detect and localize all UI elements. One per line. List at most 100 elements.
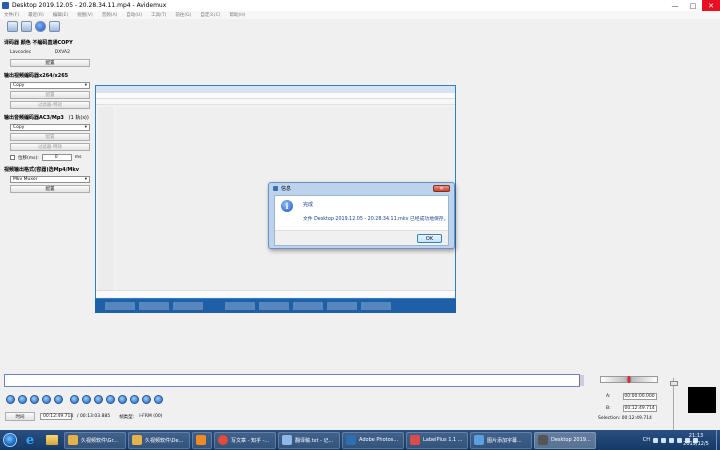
menu-tools[interactable]: 工具(T) [151, 12, 166, 18]
info-icon[interactable] [35, 21, 46, 32]
system-clock[interactable]: 21:13 2019/12/5 [676, 432, 716, 448]
marker-b-label: B: [606, 406, 611, 411]
audio-codec-select[interactable]: Copy ▾ [10, 124, 90, 131]
menu-auto[interactable]: 自动(U) [126, 12, 142, 18]
task-item-2[interactable] [192, 431, 212, 449]
ie-pinned[interactable]: e [20, 432, 40, 449]
task-item-5[interactable]: Adobe Photos... [342, 431, 404, 449]
prev-black-icon[interactable] [94, 395, 103, 404]
video-codec-select[interactable]: Copy ▾ [10, 82, 90, 89]
explorer-pinned[interactable] [42, 432, 62, 449]
time-button[interactable]: 时间 [5, 412, 35, 421]
prev-keyframe-icon[interactable] [42, 395, 51, 404]
clock-date: 2019/12/5 [683, 441, 709, 447]
save-file-icon[interactable] [21, 21, 32, 32]
jump-b-icon[interactable] [154, 395, 163, 404]
menu-recent[interactable]: 最近(R) [28, 12, 44, 18]
volume-slider[interactable] [600, 376, 658, 383]
forward-icon[interactable] [30, 395, 39, 404]
selection-readout: Selection: 00:12:49.714 [598, 416, 652, 421]
menu-edit[interactable]: 编辑(E) [53, 12, 68, 18]
format-select[interactable]: Mkv Muxer ▾ [10, 176, 90, 183]
folder-icon [132, 435, 142, 445]
slider-handle[interactable] [670, 381, 678, 386]
video-frame-taskbar [95, 299, 456, 313]
set-marker-a-icon[interactable] [70, 395, 79, 404]
jump-a-icon[interactable] [142, 395, 151, 404]
task-label: 写文章 - 知乎 -... [231, 437, 270, 444]
info-icon: i [281, 200, 293, 212]
show-desktop-button[interactable] [716, 430, 720, 450]
audio-codec-value: Copy [13, 125, 25, 130]
menu-file[interactable]: 文件(F) [4, 12, 19, 18]
video-codec-value: Copy [13, 83, 25, 88]
next-keyframe-icon[interactable] [54, 395, 63, 404]
timeline-cursor[interactable] [579, 375, 584, 386]
video-frame-downloads [96, 290, 455, 297]
format-value: Mkv Muxer [13, 177, 38, 182]
video-filter-button[interactable]: 过滤器-特效 [10, 101, 90, 109]
input-language[interactable]: CH [643, 437, 650, 443]
keyboard-icon[interactable] [661, 437, 666, 443]
menu-help[interactable]: 帮助(H) [230, 12, 246, 18]
maximize-button[interactable]: □ [684, 0, 702, 11]
play-icon[interactable] [6, 395, 15, 404]
ok-button[interactable]: OK [417, 234, 442, 243]
format-config-button[interactable]: 配置 [10, 185, 90, 193]
marker-b-field[interactable]: 00:12:49.714 [622, 405, 657, 412]
close-button[interactable]: ✕ [702, 0, 720, 11]
go-end-icon[interactable] [130, 395, 139, 404]
timeline-slider[interactable] [4, 374, 584, 387]
next-black-icon[interactable] [106, 395, 115, 404]
volume-knob[interactable] [628, 376, 630, 383]
task-label: Desktop 2019... [551, 437, 591, 443]
task-label: 久视频软件\De... [145, 437, 184, 444]
shift-checkbox[interactable] [10, 155, 15, 160]
decoder-accel: DXVA2 [54, 50, 70, 55]
dialog-heading: 完成 [303, 202, 314, 208]
task-label: 图片添加字幕... [487, 437, 522, 444]
video-config-button[interactable]: 配置 [10, 91, 90, 99]
calculator-icon[interactable] [49, 21, 60, 32]
task-item-0[interactable]: 久视频软件\Gr... [64, 431, 126, 449]
settings-panel: 译码器 颜色 不编码直通COPY Lavcodec DXVA2 配置 输出视频编… [0, 34, 95, 374]
task-item-7[interactable]: 图片添加字幕... [470, 431, 532, 449]
open-file-icon[interactable] [7, 21, 18, 32]
decoder-config-button[interactable]: 配置 [10, 59, 90, 67]
avidemux-icon [538, 435, 548, 445]
help-icon[interactable] [653, 437, 658, 443]
task-item-4[interactable]: 翻译稿.txt - 记... [278, 431, 340, 449]
menu-go[interactable]: 前往(G) [175, 12, 191, 18]
go-start-icon[interactable] [118, 395, 127, 404]
set-marker-b-icon[interactable] [82, 395, 91, 404]
rewind-icon[interactable] [18, 395, 27, 404]
marker-a-field[interactable]: 00:00:00.000 [622, 393, 657, 400]
task-item-1[interactable]: 久视频软件\De... [128, 431, 190, 449]
menu-custom[interactable]: 自定义(C) [200, 12, 220, 18]
current-time-field[interactable]: 00:12:49.714 [40, 413, 73, 420]
folder-icon [68, 435, 78, 445]
task-item-8[interactable]: Desktop 2019... [534, 431, 596, 449]
minimize-button[interactable]: — [666, 0, 684, 11]
audio-shift-row: 位移(ms): 0 ms [10, 154, 91, 161]
dialog-close-button[interactable]: ✕ [433, 185, 450, 192]
task-label: 久视频软件\Gr... [81, 437, 118, 444]
shift-input[interactable]: 0 [41, 154, 72, 161]
app-icon [474, 435, 484, 445]
task-item-6[interactable]: LabelPlus 1.1 ... [406, 431, 468, 449]
network-icon[interactable] [669, 437, 674, 443]
menu-view[interactable]: 视图(V) [77, 12, 93, 18]
info-dialog: 信息 ✕ i 完成 文件 Desktop 2019.12.05 - 20.28.… [268, 182, 455, 249]
dialog-body: i 完成 文件 Desktop 2019.12.05 - 20.28.34.11… [274, 195, 449, 246]
chevron-down-icon: ▾ [84, 83, 87, 88]
total-time: / 00:13:03.885 [77, 414, 111, 419]
audio-config-button[interactable]: 配置 [10, 133, 90, 141]
task-item-3[interactable]: 写文章 - 知乎 -... [214, 431, 276, 449]
start-button[interactable] [3, 433, 17, 447]
audio-filter-button[interactable]: 过滤器-特效 [10, 143, 90, 151]
audio-track-count: (1 轨(s)) [68, 115, 89, 121]
clock-time: 21:13 [688, 433, 704, 439]
chrome-icon [218, 435, 228, 445]
menu-audio[interactable]: 音频(A) [102, 12, 118, 18]
task-label: LabelPlus 1.1 ... [423, 437, 463, 443]
